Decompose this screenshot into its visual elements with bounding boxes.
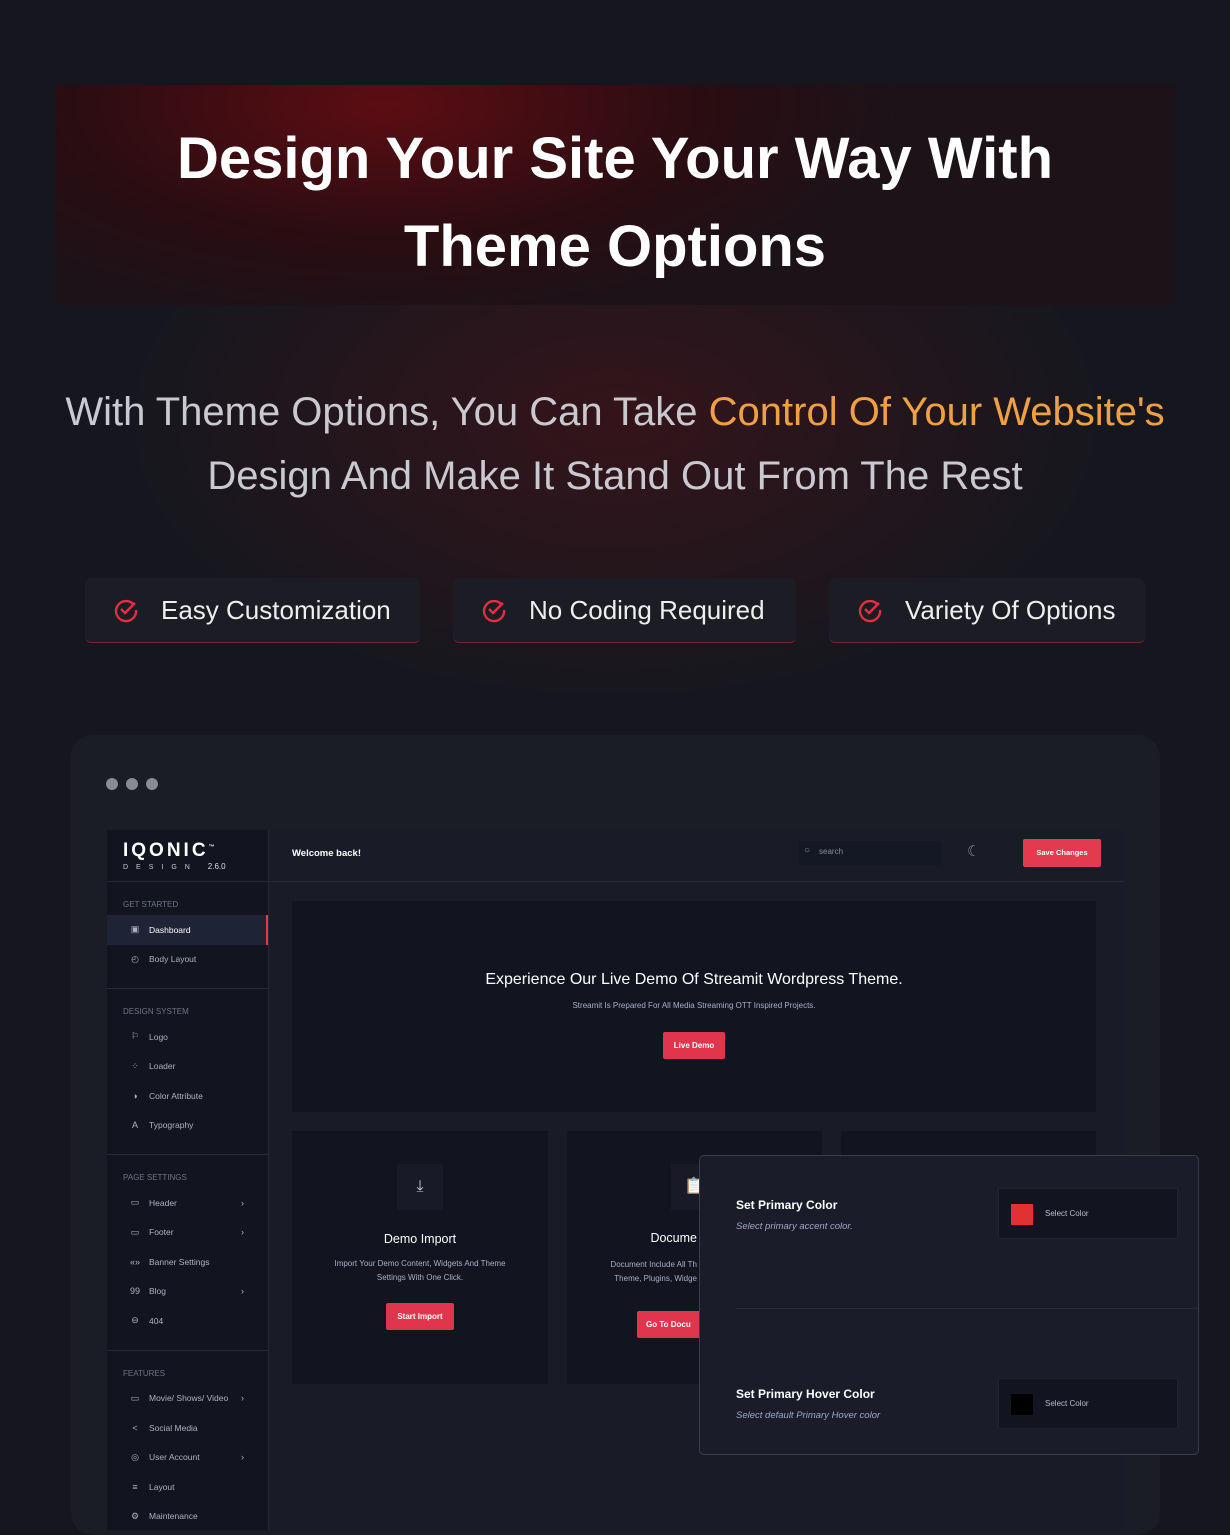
menu-icon: ▭ <box>130 1226 140 1237</box>
documentation-button[interactable]: Go To Docu <box>637 1311 699 1338</box>
menu-icon: ▭ <box>130 1197 140 1208</box>
sidebar-item-label: User Account <box>149 1452 200 1463</box>
sidebar-item-label: Logo <box>149 1031 168 1042</box>
card-desc: Document Include All Th Theme, Plugins, W… <box>610 1260 697 1283</box>
sidebar-section-label: GET STARTED <box>123 900 179 909</box>
sidebar-item-label: Typography <box>149 1120 194 1131</box>
window-dot <box>126 778 138 790</box>
divider <box>736 1308 1198 1309</box>
menu-icon: ≡ <box>132 1481 138 1492</box>
sidebar-item-social-media[interactable]: < Social Media <box>107 1413 268 1443</box>
sidebar-item-label: Footer <box>149 1227 174 1238</box>
hover-color-desc: Select default Primary Hover color <box>736 1410 881 1421</box>
menu-icon: ⚐ <box>130 1031 140 1042</box>
sidebar-section-label: FEATURES <box>123 1368 166 1378</box>
hover-color-title: Set Primary Hover Color <box>736 1387 875 1401</box>
search-input[interactable]: ○ search <box>799 841 941 865</box>
sidebar-item-404[interactable]: ⊖ 404 <box>107 1306 268 1336</box>
menu-icon: ◴ <box>131 953 139 964</box>
subtitle: With Theme Options, You Can Take Control… <box>65 390 1165 498</box>
menu-icon: ▣ <box>130 924 140 935</box>
live-demo-card: Experience Our Live Demo Of Streamit Wor… <box>292 901 1096 1112</box>
menu-icon: A <box>131 1120 138 1131</box>
menu-icon: ⊖ <box>131 1315 139 1326</box>
sidebar-item-label: Color Attribute <box>149 1090 203 1101</box>
moon-icon[interactable]: ☾ <box>967 842 980 860</box>
sidebar-item-label: 404 <box>149 1315 164 1326</box>
sidebar-item-label: Blog <box>149 1286 167 1297</box>
sidebar-item-label: Banner Settings <box>149 1256 210 1267</box>
color-swatch <box>1011 1394 1033 1415</box>
chevron-right-icon: › <box>241 1286 244 1297</box>
card-desc: Import Your Demo Content, Widgets And Th… <box>334 1259 506 1282</box>
start-import-button[interactable]: Start Import <box>386 1303 454 1330</box>
primary-color-title: Set Primary Color <box>736 1198 838 1212</box>
sidebar-item-blog[interactable]: 99 Blog › <box>107 1277 268 1307</box>
search-icon: ○ <box>804 845 811 856</box>
sidebar-item-logo[interactable]: ⚐ Logo <box>107 1022 268 1052</box>
demo-import-card: ⤓ Demo Import Import Your Demo Content, … <box>292 1131 548 1384</box>
feature-pill: Easy Customization <box>85 578 420 643</box>
menu-icon: ⚙ <box>130 1510 140 1521</box>
top-bar: Welcome back! ○ search ☾ Save Changes <box>269 830 1124 882</box>
menu-icon: 99 <box>129 1286 140 1297</box>
sidebar-item-label: Dashboard <box>149 924 191 935</box>
live-demo-button[interactable]: Live Demo <box>662 1032 726 1059</box>
chevron-right-icon: › <box>241 1393 244 1404</box>
chevron-right-icon: › <box>241 1197 244 1208</box>
hero-band: Design Your Site Your Way With Theme Opti… <box>55 85 1175 305</box>
sidebar-item-footer[interactable]: ▭ Footer › <box>107 1218 268 1248</box>
sidebar-item-loader[interactable]: ⁘ Loader <box>107 1052 268 1082</box>
primary-color-picker[interactable]: Select Color <box>998 1188 1178 1239</box>
sidebar-section-label: DESIGN SYSTEM <box>123 1007 189 1016</box>
menu-icon: «» <box>129 1256 140 1267</box>
sidebar-item-banner-settings[interactable]: «» Banner Settings <box>107 1247 268 1277</box>
feature-pill: No Coding Required <box>453 578 796 643</box>
window-dot <box>146 778 158 790</box>
sidebar-item-color-attribute[interactable]: ◑ Color Attribute <box>107 1081 268 1111</box>
sidebar-item-user-account[interactable]: ◎ User Account › <box>107 1443 268 1473</box>
logo: IQONIC™ DESIGN 2.6.0 <box>107 830 268 882</box>
chevron-right-icon: › <box>241 1227 244 1238</box>
sidebar-item-layout[interactable]: ≡ Layout <box>107 1472 268 1502</box>
sidebar-item-label: Movie/ Shows/ Video <box>149 1393 229 1404</box>
demo-title: Experience Our Live Demo Of Streamit Wor… <box>485 971 903 988</box>
welcome-text: Welcome back! <box>292 848 361 859</box>
sidebar: IQONIC™ DESIGN 2.6.0 GET STARTED ▣ Dashboa… <box>107 830 269 1530</box>
sidebar-item-movie-shows-video[interactable]: ▭ Movie/ Shows/ Video › <box>107 1384 268 1414</box>
check-circle-icon <box>114 599 138 623</box>
sidebar-item-label: Layout <box>149 1481 175 1492</box>
primary-color-desc: Select primary accent color. <box>736 1221 853 1232</box>
sidebar-item-label: Header <box>149 1197 177 1208</box>
sidebar-item-header[interactable]: ▭ Header › <box>107 1188 268 1218</box>
feature-pill: Variety Of Options <box>829 578 1145 643</box>
menu-icon: ◎ <box>131 1451 139 1462</box>
card-title: Demo Import <box>383 1232 457 1246</box>
sidebar-item-label: Loader <box>149 1061 176 1072</box>
demo-desc: Streamit Is Prepared For All Media Strea… <box>572 1001 816 1010</box>
sidebar-item-label: Body Layout <box>149 954 197 965</box>
window-dot <box>106 778 118 790</box>
sidebar-item-maintenance[interactable]: ⚙ Maintenance <box>107 1502 268 1532</box>
check-circle-icon <box>482 599 506 623</box>
save-changes-button[interactable]: Save Changes <box>1023 839 1101 867</box>
color-settings-panel: Set Primary Color Select primary accent … <box>699 1155 1199 1455</box>
color-swatch <box>1011 1204 1033 1225</box>
sidebar-item-label: Social Media <box>149 1422 198 1433</box>
sidebar-item-body-layout[interactable]: ◴ Body Layout <box>107 945 268 975</box>
card-title: Docume <box>650 1231 697 1245</box>
hover-color-picker[interactable]: Select Color <box>998 1378 1178 1429</box>
download-icon: ⤓ <box>397 1164 443 1210</box>
sidebar-item-typography[interactable]: A Typography <box>107 1111 268 1141</box>
hero-title: Design Your Site Your Way With Theme Opti… <box>176 126 1054 279</box>
sidebar-item-label: Maintenance <box>149 1511 198 1522</box>
menu-icon: ◑ <box>132 1090 138 1101</box>
menu-icon: < <box>132 1422 138 1433</box>
menu-icon: ▭ <box>130 1392 140 1403</box>
check-circle-icon <box>858 599 882 623</box>
chevron-right-icon: › <box>241 1452 244 1463</box>
menu-icon: ⁘ <box>131 1060 139 1071</box>
sidebar-section-label: PAGE SETTINGS <box>123 1173 187 1182</box>
sidebar-item-dashboard[interactable]: ▣ Dashboard <box>107 915 268 945</box>
